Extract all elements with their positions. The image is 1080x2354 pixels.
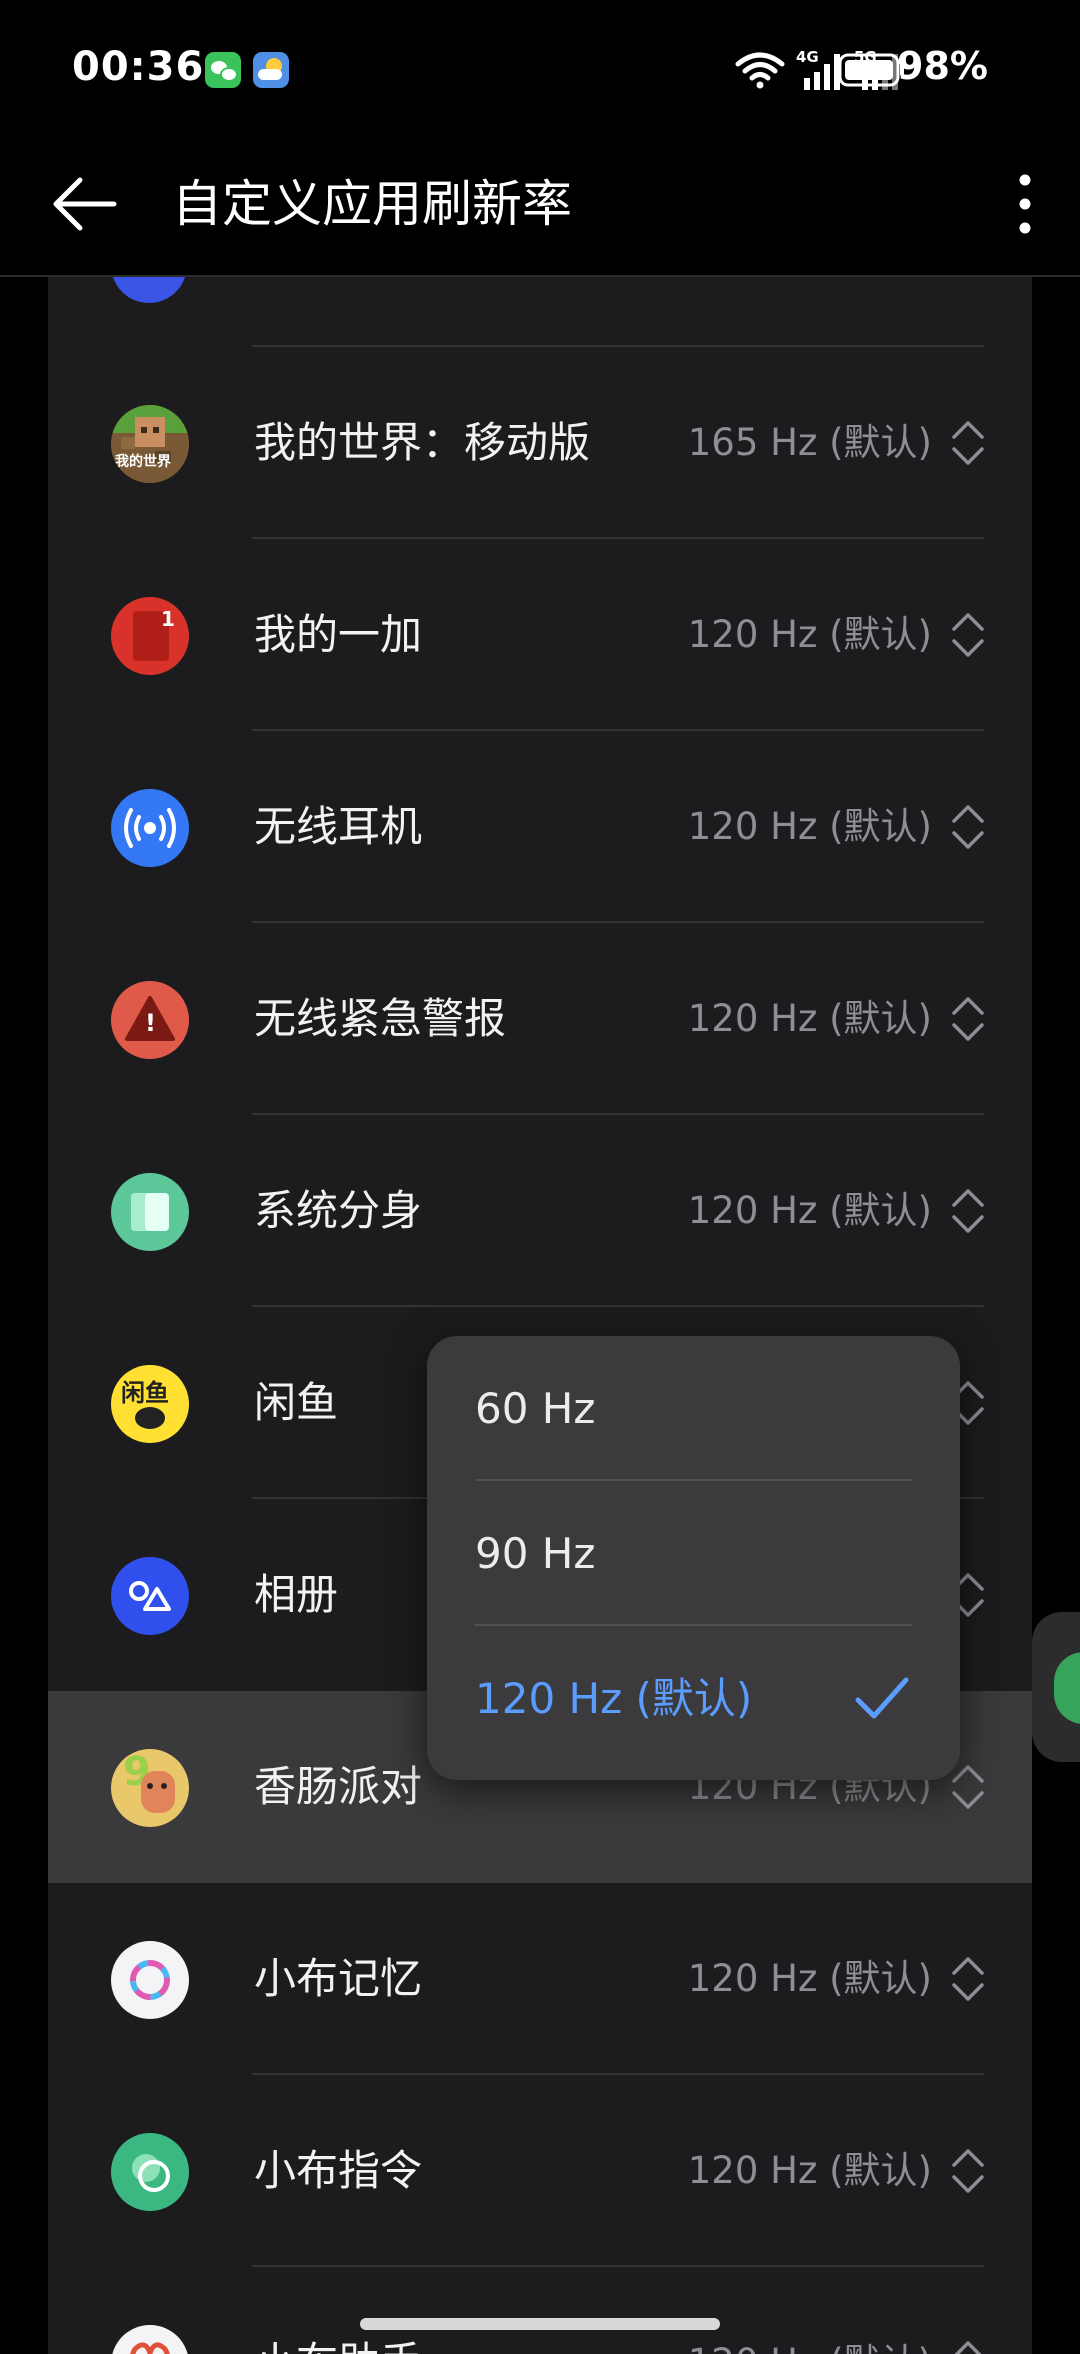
app-row-xiaobu-command[interactable]: 小布指令 120 Hz (默认) (48, 2075, 1032, 2267)
app-row-wireless-earphones[interactable]: 无线耳机 120 Hz (默认) (48, 731, 1032, 923)
system-clone-icon (111, 1173, 189, 1251)
xiaobu-memory-icon (111, 1941, 189, 2019)
my-oneplus-icon-text: 1 (161, 607, 175, 631)
refresh-rate-value: 120 Hz (默认) (687, 2149, 932, 2192)
wifi-icon (735, 52, 785, 89)
app-name: 香肠派对 (254, 1762, 423, 1811)
signal-4g-icon: 4G (796, 48, 844, 92)
minecraft-icon: 我的世界 (111, 405, 189, 483)
battery-icon (838, 53, 904, 87)
chevron-updown-icon (952, 1957, 984, 2001)
floating-side-icon[interactable] (1032, 1612, 1080, 1762)
weather-notification-icon (253, 52, 289, 88)
more-options-button[interactable] (990, 164, 1060, 244)
app-name: 相册 (254, 1570, 339, 1619)
option-label: 60 Hz (475, 1384, 596, 1433)
page-title: 自定义应用刷新率 (172, 175, 572, 233)
sausage-party-icon: 9 (111, 1749, 189, 1827)
chevron-updown-icon (952, 421, 984, 465)
app-row-xiaobu-memory[interactable]: 小布记忆 120 Hz (默认) (48, 1883, 1032, 2075)
app-name: 系统分身 (254, 1186, 423, 1235)
refresh-rate-value: 120 Hz (默认) (687, 613, 932, 656)
app-name: 我的世界：移动版 (254, 418, 591, 467)
wireless-earphones-icon (111, 789, 189, 867)
app-bar: 自定义应用刷新率 (0, 140, 1080, 276)
refresh-rate-value: 165 Hz (默认) (687, 421, 932, 464)
option-120hz-default[interactable]: 120 Hz (默认) (427, 1626, 960, 1771)
app-name: 小布指令 (254, 2146, 423, 2195)
xiaobu-assistant-icon (111, 2325, 189, 2354)
option-label: 120 Hz (默认) (475, 1674, 753, 1723)
chevron-updown-icon (952, 997, 984, 1041)
checkmark-icon (855, 1677, 909, 1719)
xiaobu-command-icon (111, 2133, 189, 2211)
app-row-xiaobu-assistant[interactable]: 小布助手 120 Hz (默认) (48, 2267, 1032, 2354)
partial-app-icon (111, 277, 187, 303)
app-name: 无线耳机 (254, 802, 423, 851)
option-90hz[interactable]: 90 Hz (427, 1481, 960, 1626)
more-vertical-icon (1019, 174, 1031, 234)
status-time: 00:36 (72, 44, 205, 90)
refresh-rate-value: 120 Hz (默认) (687, 1957, 932, 2000)
emergency-alert-icon: ! (111, 981, 189, 1059)
status-bar: 00:36 4G 5G 98% (0, 0, 1080, 140)
refresh-rate-value: 120 Hz (默认) (687, 805, 932, 848)
refresh-rate-value: 120 Hz (默认) (687, 1189, 932, 1232)
my-oneplus-icon: 1 (111, 597, 189, 675)
app-name: 闲鱼 (254, 1378, 339, 1427)
option-label: 90 Hz (475, 1529, 596, 1578)
back-arrow-icon (53, 177, 117, 231)
xianyu-icon: 闲鱼 (111, 1365, 189, 1443)
home-indicator[interactable] (360, 2318, 720, 2330)
app-name: 无线紧急警报 (254, 994, 507, 1043)
app-row-emergency-alerts[interactable]: ! 无线紧急警报 120 Hz (默认) (48, 923, 1032, 1115)
xianyu-icon-text: 闲鱼 (121, 1379, 169, 1407)
gallery-icon (111, 1557, 189, 1635)
app-name: 我的一加 (254, 610, 423, 659)
refresh-rate-value: 120 Hz (默认) (688, 2267, 932, 2354)
app-refresh-rate-list: 我的世界 我的世界：移动版 165 Hz (默认) 1 我的一加 120 Hz … (48, 277, 1032, 2354)
wechat-notification-icon (205, 52, 241, 88)
chevron-updown-icon (954, 2341, 982, 2354)
chevron-updown-icon (952, 1189, 984, 1233)
minecraft-icon-text: 我的世界 (115, 454, 171, 470)
chevron-updown-icon (952, 805, 984, 849)
chevron-updown-icon (952, 613, 984, 657)
back-button[interactable] (44, 164, 124, 244)
chevron-updown-icon (952, 2149, 984, 2193)
battery-percentage: 98% (897, 44, 988, 88)
app-row-minecraft[interactable]: 我的世界 我的世界：移动版 165 Hz (默认) (48, 347, 1032, 539)
app-row-my-oneplus[interactable]: 1 我的一加 120 Hz (默认) (48, 539, 1032, 731)
refresh-rate-dropdown: 60 Hz 90 Hz 120 Hz (默认) (427, 1336, 960, 1780)
option-60hz[interactable]: 60 Hz (427, 1336, 960, 1481)
refresh-rate-value: 120 Hz (默认) (687, 997, 932, 1040)
app-name: 小布记忆 (254, 1954, 423, 2003)
app-row-system-clone[interactable]: 系统分身 120 Hz (默认) (48, 1115, 1032, 1307)
app-name: 小布助手 (254, 2267, 422, 2354)
emergency-alert-icon-text: ! (145, 1009, 156, 1037)
